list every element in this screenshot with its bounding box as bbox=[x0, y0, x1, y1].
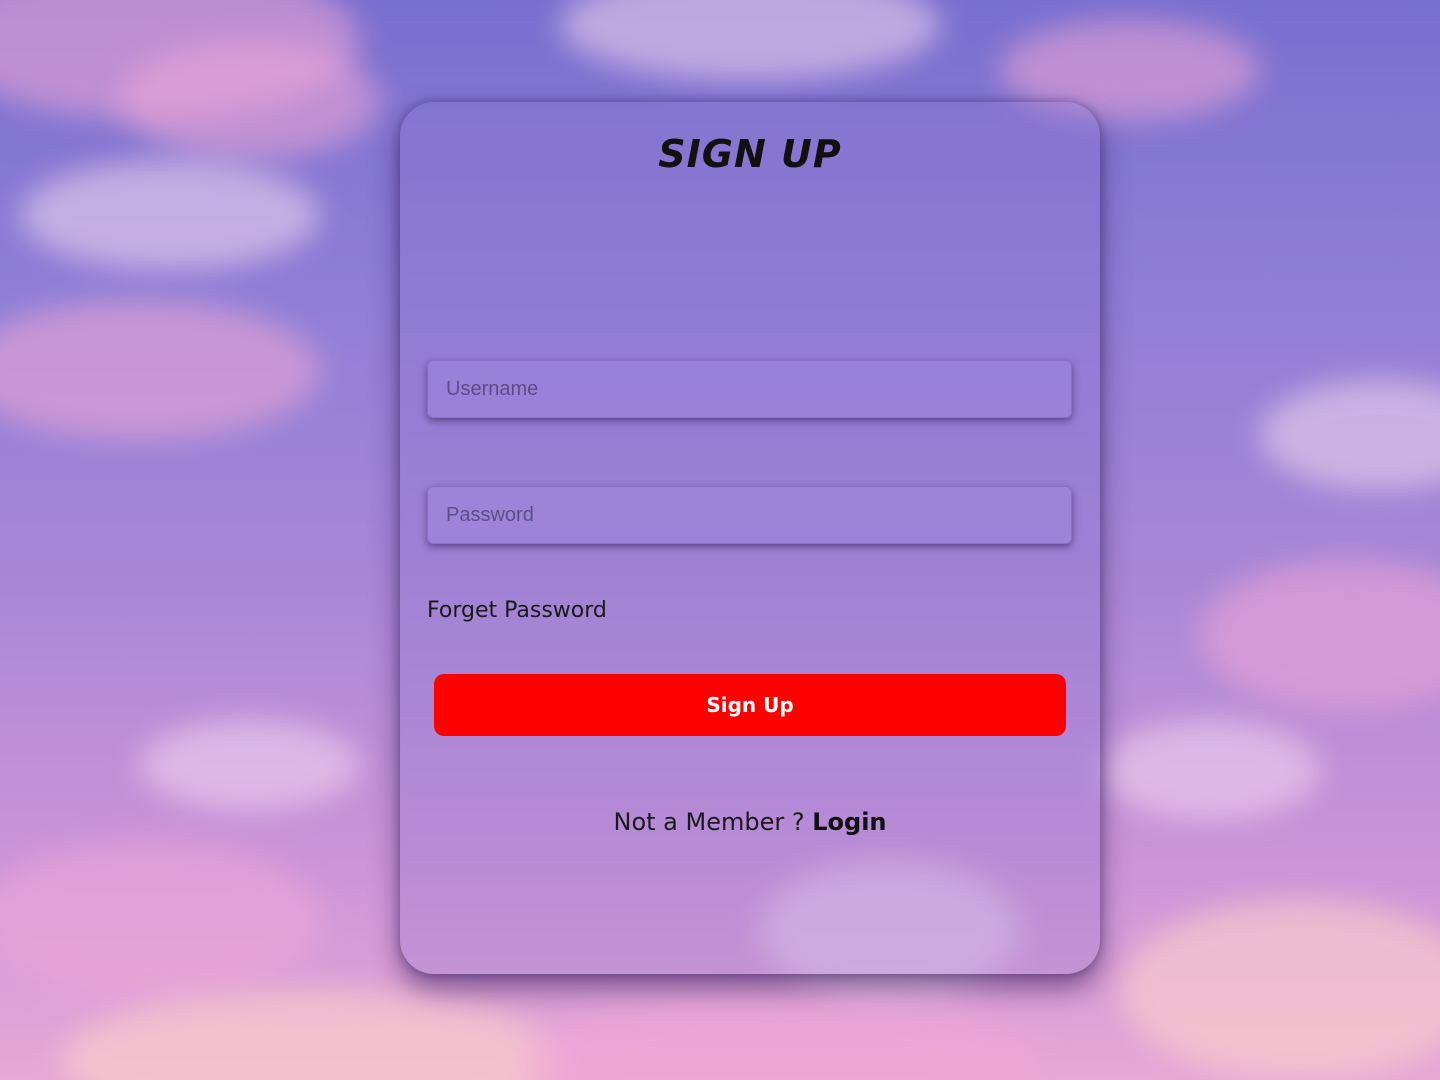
member-text: Not a Member ? bbox=[613, 808, 805, 836]
username-field[interactable] bbox=[427, 359, 1072, 419]
member-prompt: Not a Member ? Login bbox=[400, 808, 1100, 836]
signup-card: SIGN UP Forget Password Sign Up Not a Me… bbox=[400, 102, 1100, 974]
forget-password-link[interactable]: Forget Password bbox=[427, 598, 607, 623]
password-input[interactable] bbox=[444, 485, 1072, 545]
form-title: SIGN UP bbox=[658, 132, 842, 176]
sign-up-button[interactable]: Sign Up bbox=[434, 674, 1066, 736]
username-input[interactable] bbox=[444, 359, 1072, 419]
password-field[interactable] bbox=[427, 485, 1072, 545]
login-link[interactable]: Login bbox=[812, 808, 886, 836]
